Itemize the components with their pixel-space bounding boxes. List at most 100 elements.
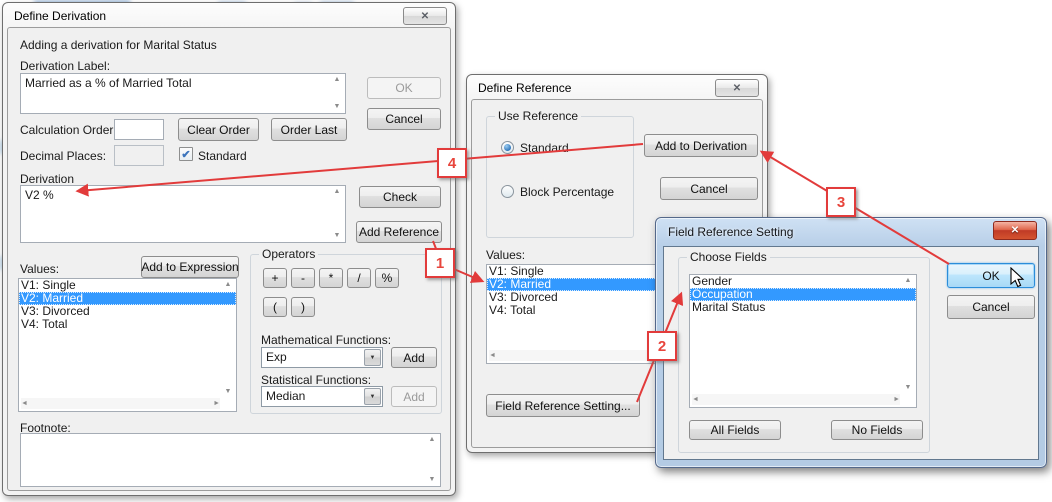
scroll-up-icon: ▲ <box>225 281 232 289</box>
operator-divide-button[interactable]: / <box>347 268 371 288</box>
standard-checkbox-label: Standard <box>198 149 247 163</box>
block-percentage-radio-label: Block Percentage <box>520 185 614 199</box>
choose-fields-group: Choose Fields Gender Occupation Marital … <box>678 257 930 453</box>
order-last-button[interactable]: Order Last <box>271 118 347 141</box>
add-reference-button[interactable]: Add Reference <box>356 221 442 243</box>
operators-caption: Operators <box>259 247 318 261</box>
values-caption: Values: <box>20 262 59 276</box>
scrollbar-horizontal[interactable]: ◄ ► <box>692 394 900 405</box>
scroll-down-icon: ▼ <box>334 103 341 111</box>
math-functions-caption: Mathematical Functions: <box>261 333 391 347</box>
add-to-expression-button[interactable]: Add to Expression <box>141 256 239 278</box>
callout-step-3: 3 <box>826 187 856 217</box>
stat-add-button[interactable]: Add <box>391 386 437 407</box>
math-functions-dropdown[interactable]: Exp ▼ <box>261 347 383 368</box>
stat-functions-dropdown[interactable]: Median ▼ <box>261 386 383 407</box>
block-percentage-radio[interactable] <box>501 185 514 198</box>
close-icon: ✕ <box>421 11 429 22</box>
callout-step-2: 2 <box>647 331 677 361</box>
values-listbox[interactable]: V1: Single V2: Married V3: Divorced V4: … <box>18 278 237 412</box>
dialog-body: Adding a derivation for Marital Status D… <box>7 27 451 491</box>
dialog-title: Field Reference Setting <box>668 225 793 239</box>
scroll-up-icon: ▲ <box>334 76 341 84</box>
derivation-caption: Derivation <box>20 172 74 186</box>
define-derivation-dialog: Define Derivation ✕ Adding a derivation … <box>2 2 456 496</box>
close-button[interactable]: ✕ <box>403 7 447 25</box>
values-caption: Values: <box>486 248 525 262</box>
scrollbar-vertical[interactable]: ▲ ▼ <box>222 281 234 396</box>
standard-radio-label: Standard <box>520 141 569 155</box>
derivation-label-caption: Derivation Label: <box>20 59 110 73</box>
dialog-body: Choose Fields Gender Occupation Marital … <box>663 246 1039 460</box>
operator-plus-button[interactable]: + <box>263 268 287 288</box>
scrollbar-vertical[interactable]: ▲ ▼ <box>331 76 343 111</box>
chevron-down-icon[interactable]: ▼ <box>364 388 381 405</box>
close-icon: ✕ <box>1011 225 1019 236</box>
scroll-right-icon: ► <box>893 396 900 404</box>
footnote-input[interactable]: ▲ ▼ <box>20 433 441 487</box>
scroll-down-icon: ▼ <box>429 476 436 484</box>
dialog-title: Define Reference <box>478 81 571 95</box>
all-fields-button[interactable]: All Fields <box>689 420 781 440</box>
scroll-left-icon: ◄ <box>692 396 699 404</box>
cancel-button[interactable]: Cancel <box>367 108 441 130</box>
stat-functions-selected: Median <box>266 389 305 403</box>
calculation-order-input[interactable] <box>114 119 164 140</box>
math-functions-selected: Exp <box>266 350 287 364</box>
no-fields-button[interactable]: No Fields <box>831 420 923 440</box>
check-button[interactable]: Check <box>359 186 441 208</box>
close-icon: ✕ <box>733 83 741 94</box>
scroll-right-icon: ► <box>213 400 220 408</box>
scrollbar-vertical[interactable]: ▲ ▼ <box>426 436 438 484</box>
cancel-button[interactable]: Cancel <box>947 295 1035 319</box>
cancel-button[interactable]: Cancel <box>660 177 758 200</box>
list-item[interactable]: V4: Total <box>19 318 236 331</box>
scroll-up-icon: ▲ <box>334 188 341 196</box>
scroll-down-icon: ▼ <box>225 388 232 396</box>
derivation-expression-input[interactable]: V2 % ▲ ▼ <box>20 185 346 243</box>
mouse-cursor <box>1010 267 1026 289</box>
operator-multiply-button[interactable]: * <box>319 268 343 288</box>
scroll-up-icon: ▲ <box>429 436 436 444</box>
add-to-derivation-button[interactable]: Add to Derivation <box>644 134 758 157</box>
chevron-down-icon[interactable]: ▼ <box>364 349 381 366</box>
derivation-label-value: Married as a % of Married Total <box>25 76 192 90</box>
decimal-places-caption: Decimal Places: <box>20 149 106 163</box>
intro-text: Adding a derivation for Marital Status <box>20 38 217 52</box>
use-reference-caption: Use Reference <box>495 109 581 123</box>
derivation-expression-value: V2 % <box>25 188 54 202</box>
calculation-order-caption: Calculation Order: <box>20 123 117 137</box>
scroll-left-icon: ◄ <box>489 352 496 360</box>
clear-order-button[interactable]: Clear Order <box>178 118 259 141</box>
dropdown-arrow-glyph: ▼ <box>370 355 376 361</box>
scrollbar-vertical[interactable]: ▲ ▼ <box>331 188 343 240</box>
scrollbar-horizontal[interactable]: ◄ ► <box>21 398 220 409</box>
use-reference-group: Use Reference Standard Block Percentage <box>486 116 634 238</box>
scrollbar-vertical[interactable]: ▲ ▼ <box>902 277 914 392</box>
ok-button[interactable]: OK <box>367 77 441 99</box>
scroll-down-icon: ▼ <box>905 384 912 392</box>
check-icon: ✔ <box>181 148 190 161</box>
standard-checkbox[interactable]: ✔ <box>179 147 193 161</box>
list-item[interactable]: Marital Status <box>690 301 916 314</box>
fields-listbox[interactable]: Gender Occupation Marital Status ▲ ▼ ◄ ► <box>689 274 917 408</box>
field-reference-setting-dialog: Field Reference Setting ✕ Choose Fields … <box>655 217 1047 468</box>
operator-minus-button[interactable]: - <box>291 268 315 288</box>
dialog-title: Define Derivation <box>14 9 106 23</box>
callout-step-1: 1 <box>425 248 455 278</box>
scroll-down-icon: ▼ <box>334 232 341 240</box>
field-reference-setting-button[interactable]: Field Reference Setting... <box>486 394 640 417</box>
derivation-label-input[interactable]: Married as a % of Married Total ▲ ▼ <box>20 73 346 114</box>
close-button[interactable]: ✕ <box>715 79 759 97</box>
operator-close-paren-button[interactable]: ) <box>291 297 315 317</box>
scroll-up-icon: ▲ <box>905 277 912 285</box>
dropdown-arrow-glyph: ▼ <box>370 394 376 400</box>
standard-radio[interactable] <box>501 141 514 154</box>
decimal-places-input <box>114 145 164 166</box>
operator-percent-button[interactable]: % <box>375 268 399 288</box>
close-button[interactable]: ✕ <box>993 221 1037 240</box>
math-add-button[interactable]: Add <box>391 347 437 368</box>
operators-group: Operators + - * / % ( ) Mathematical Fun… <box>250 254 442 414</box>
choose-fields-caption: Choose Fields <box>687 250 770 264</box>
operator-open-paren-button[interactable]: ( <box>263 297 287 317</box>
